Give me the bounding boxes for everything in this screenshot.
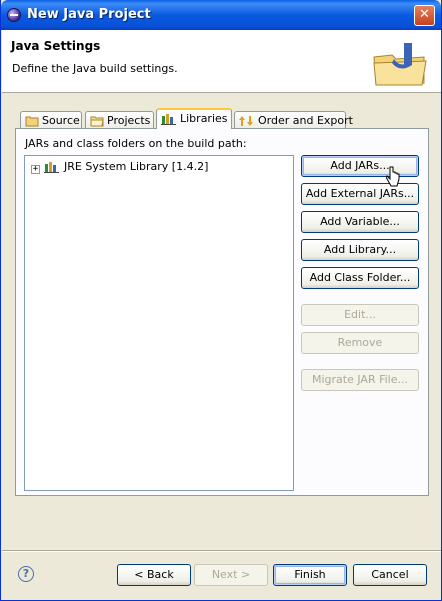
tab-projects[interactable]: Projects [85, 111, 154, 129]
build-path-label: JARs and class folders on the build path… [25, 137, 247, 150]
tab-projects-label: Projects [107, 114, 151, 127]
page-title: Java Settings [11, 39, 101, 53]
wizard-header: Java Settings Define the Java build sett… [2, 30, 441, 93]
tab-libraries[interactable]: Libraries [156, 108, 232, 129]
library-icon [44, 162, 59, 173]
finish-button[interactable]: Finish [273, 564, 347, 586]
add-class-folder-button[interactable]: Add Class Folder... [301, 267, 419, 289]
tree-item-jre-system-library[interactable]: + JRE System Library [1.4.2] [31, 160, 208, 176]
tab-source[interactable]: Source [20, 111, 82, 129]
libraries-icon [161, 114, 176, 125]
new-java-project-dialog: New Java Project ✕ Java Settings Define … [0, 0, 442, 601]
projects-folder-icon [90, 116, 104, 127]
add-variable-button[interactable]: Add Variable... [301, 211, 419, 233]
tab-source-label: Source [42, 114, 80, 127]
add-library-button[interactable]: Add Library... [301, 239, 419, 261]
source-folder-icon [25, 116, 39, 127]
back-button[interactable]: < Back [117, 564, 191, 586]
mouse-cursor-icon [386, 166, 400, 187]
eclipse-icon [7, 8, 21, 22]
title-bar: New Java Project ✕ [1, 0, 441, 30]
add-external-jars-button[interactable]: Add External JARs... [301, 183, 419, 205]
window-title: New Java Project [27, 7, 151, 22]
remove-button[interactable]: Remove [301, 332, 419, 354]
java-project-banner-icon [373, 43, 427, 86]
close-button[interactable]: ✕ [414, 5, 435, 26]
edit-button[interactable]: Edit... [301, 304, 419, 326]
tab-order-export-label: Order and Export [258, 114, 353, 127]
order-export-icon [239, 116, 253, 126]
tab-libraries-label: Libraries [180, 112, 228, 125]
next-button[interactable]: Next > [194, 564, 268, 586]
expand-icon[interactable]: + [31, 165, 40, 174]
page-description: Define the Java build settings. [12, 62, 178, 75]
tree-item-label: JRE System Library [1.4.2] [64, 160, 209, 173]
tab-order-and-export[interactable]: Order and Export [234, 111, 353, 129]
help-icon[interactable]: ? [18, 566, 34, 582]
library-tree[interactable]: + JRE System Library [1.4.2] [24, 155, 294, 491]
footer-separator [2, 550, 441, 552]
cancel-button[interactable]: Cancel [353, 564, 427, 586]
libraries-tab-panel: JARs and class folders on the build path… [15, 128, 429, 496]
migrate-jar-file-button[interactable]: Migrate JAR File... [301, 369, 419, 391]
add-jars-button[interactable]: Add JARs... [301, 155, 419, 177]
